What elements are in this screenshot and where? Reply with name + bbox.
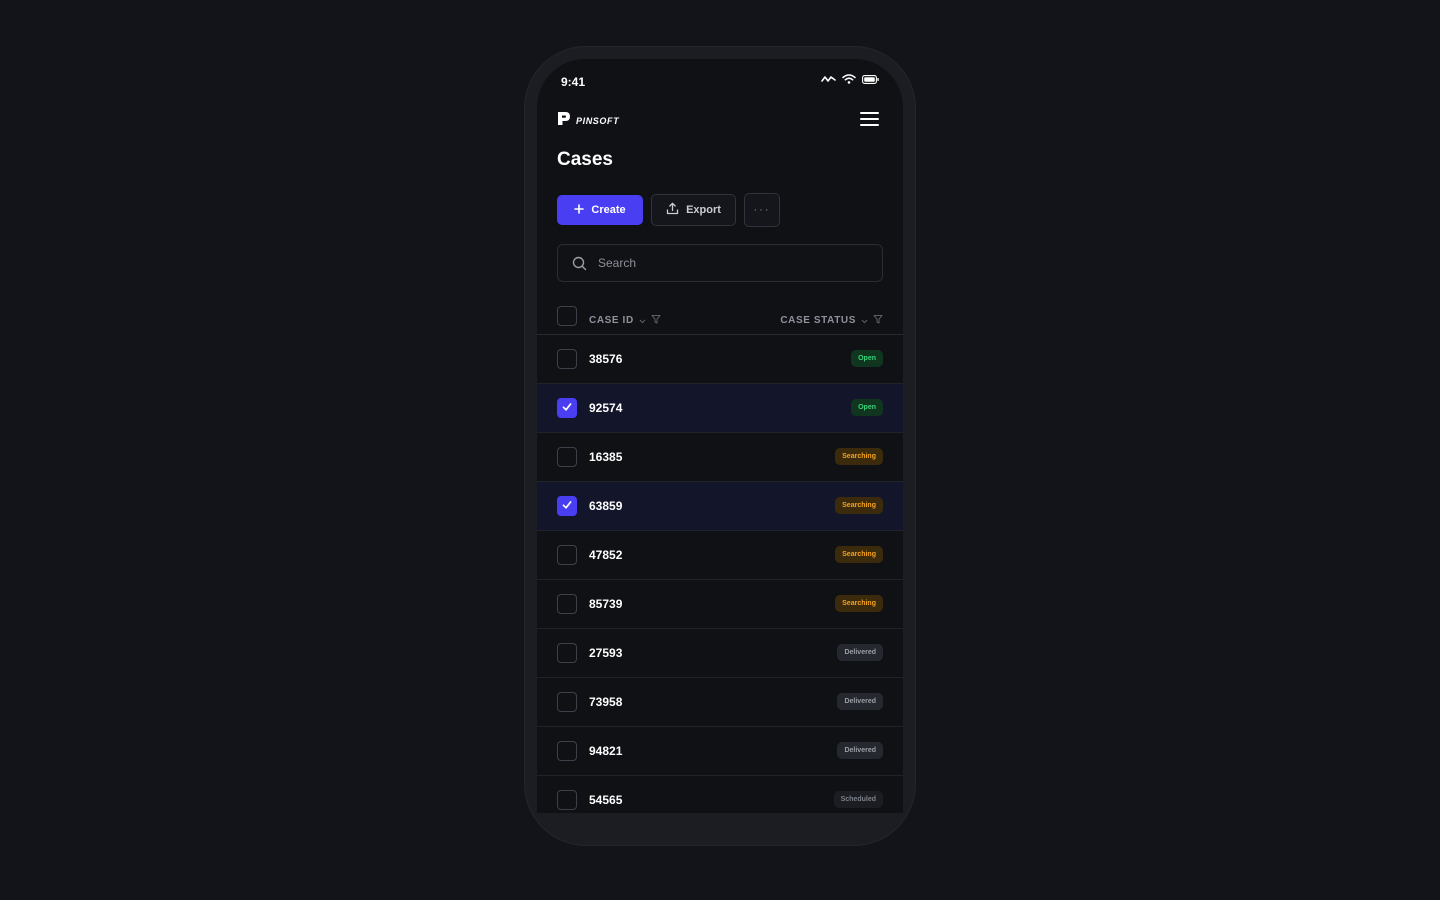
select-all-checkbox[interactable] [557,306,577,326]
case-table-body: 38576 Open 92574 Open 16385 Searching 63859 Sea… [537,335,903,813]
table-row[interactable]: 54565 Scheduled [537,776,903,813]
case-id: 63859 [589,499,623,513]
table-row[interactable]: 92574 Open [537,384,903,433]
status-bar: 9:41 [537,59,903,103]
row-checkbox[interactable] [557,741,577,761]
case-id: 47852 [589,548,623,562]
row-checkbox[interactable] [557,398,577,418]
table-row[interactable]: 38576 Open [537,335,903,384]
case-id: 92574 [589,401,623,415]
case-id: 16385 [589,450,623,464]
pinsoft-logo-icon [557,111,571,131]
status-badge: Searching [835,497,883,514]
case-id: 85739 [589,597,623,611]
status-badge: Open [851,350,883,367]
search-icon [572,256,587,276]
table-row[interactable]: 85739 Searching [537,580,903,629]
row-checkbox[interactable] [557,545,577,565]
table-row[interactable]: 94821 Delivered [537,727,903,776]
status-badge: Searching [835,448,883,465]
signal-icon [821,75,836,84]
search-box [557,244,883,282]
column-header-case-id[interactable]: CASE ID [589,311,661,329]
export-button-label: Export [686,204,721,216]
case-id: 94821 [589,744,623,758]
create-button[interactable]: Create [557,195,643,225]
brand-name: PINSOFT [576,116,620,126]
row-checkbox[interactable] [557,790,577,810]
column-label-case-status: CASE STATUS [780,314,856,326]
table-header: CASE ID CASE STATUS [537,301,903,335]
status-badge: Open [851,399,883,416]
table-row[interactable]: 16385 Searching [537,433,903,482]
filter-icon[interactable] [873,311,883,329]
page-title: Cases [557,149,613,170]
table-row[interactable]: 73958 Delivered [537,678,903,727]
case-id: 38576 [589,352,623,366]
status-icons [821,74,879,84]
wifi-icon [842,74,856,84]
status-time: 9:41 [561,75,586,89]
brand[interactable]: PINSOFT [557,111,619,131]
column-label-case-id: CASE ID [589,314,634,326]
table-row[interactable]: 27593 Delivered [537,629,903,678]
export-button[interactable]: Export [651,194,736,226]
status-badge: Scheduled [833,791,883,808]
status-badge: Delivered [837,693,883,710]
plus-icon [574,203,585,217]
checkmark-icon [562,497,572,515]
more-options-button[interactable]: ··· [744,193,780,227]
row-checkbox[interactable] [557,349,577,369]
phone-screen: 9:41 PINSOFT Cases Create Export ··· Sea… [537,59,903,813]
hamburger-menu-icon[interactable] [859,111,881,129]
ellipsis-icon: ··· [753,204,771,216]
status-badge: Searching [835,546,883,563]
table-row[interactable]: 63859 Searching [537,482,903,531]
sort-chevron-down-icon[interactable] [861,311,868,329]
column-header-case-status[interactable]: CASE STATUS [780,311,883,329]
app-header: PINSOFT [557,111,883,129]
sort-chevron-down-icon[interactable] [639,311,646,329]
table-row[interactable]: 47852 Searching [537,531,903,580]
case-id: 27593 [589,646,623,660]
create-button-label: Create [591,204,626,216]
row-checkbox[interactable] [557,447,577,467]
status-badge: Delivered [837,644,883,661]
case-id: 54565 [589,793,623,807]
filter-icon[interactable] [651,311,661,329]
case-id: 73958 [589,695,623,709]
search-input[interactable] [598,245,868,281]
status-badge: Searching [835,595,883,612]
status-badge: Delivered [837,742,883,759]
row-checkbox[interactable] [557,496,577,516]
upload-icon [666,202,679,218]
row-checkbox[interactable] [557,692,577,712]
checkmark-icon [562,399,572,417]
row-checkbox[interactable] [557,594,577,614]
battery-icon [862,74,879,84]
row-checkbox[interactable] [557,643,577,663]
